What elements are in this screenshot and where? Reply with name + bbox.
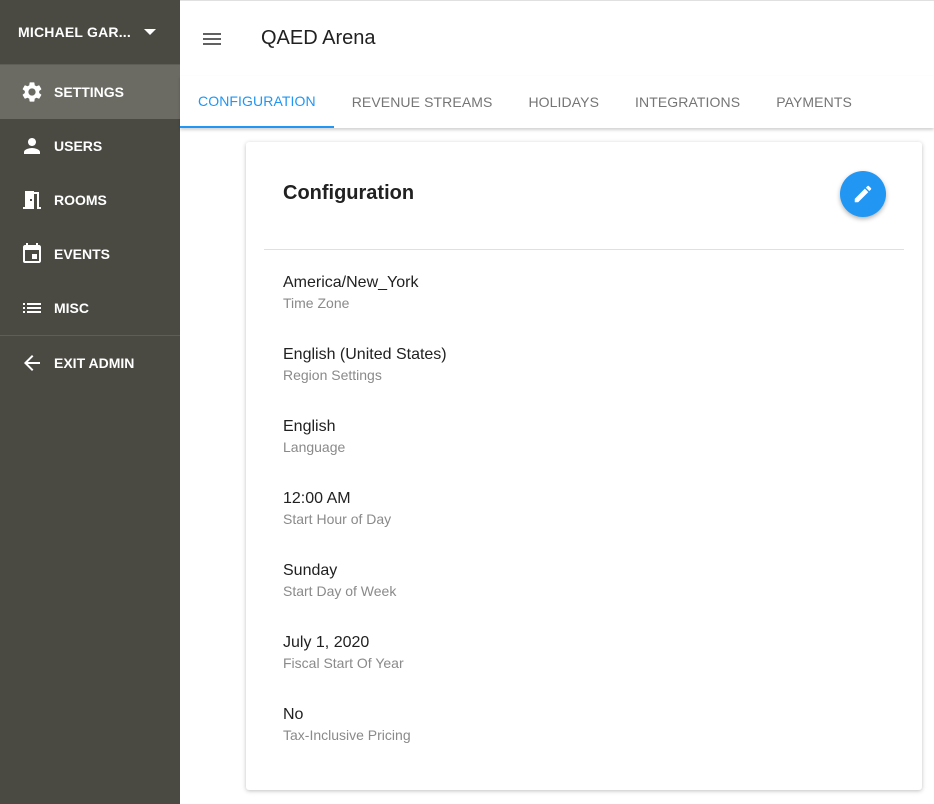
arrow-left-icon [20,351,44,375]
config-field-start-day: Sunday Start Day of Week [283,562,447,634]
field-value: America/New_York [283,274,419,291]
field-label: Start Day of Week [283,583,397,599]
user-menu-button[interactable]: MICHAEL GAR... [0,0,180,64]
sidebar: MICHAEL GAR... SETTINGS USERS ROOMS EVEN… [0,0,180,804]
door-icon [20,188,44,212]
field-value: July 1, 2020 [283,634,370,651]
config-field-region-settings: English (United States) Region Settings [283,346,447,418]
sidebar-item-label: SETTINGS [54,84,125,100]
config-field-language: English Language [283,418,447,490]
config-field-tax-inclusive: No Tax-Inclusive Pricing [283,706,447,778]
calendar-icon [20,242,44,266]
exit-admin-label: EXIT ADMIN [54,355,135,371]
config-field-fiscal-start: July 1, 2020 Fiscal Start Of Year [283,634,447,706]
exit-admin-button[interactable]: EXIT ADMIN [0,336,180,390]
sidebar-item-label: EVENTS [54,246,111,262]
field-label: Fiscal Start Of Year [283,655,404,671]
tab-bar: CONFIGURATION REVENUE STREAMS HOLIDAYS I… [180,76,934,128]
card-divider [264,249,904,250]
sidebar-item-settings[interactable]: SETTINGS [0,65,180,119]
field-value: Sunday [283,562,338,579]
field-label: Tax-Inclusive Pricing [283,727,411,743]
tab-holidays[interactable]: HOLIDAYS [510,76,617,128]
field-value: 12:00 AM [283,490,351,507]
field-value: No [283,706,304,723]
tab-revenue-streams[interactable]: REVENUE STREAMS [334,76,511,128]
sidebar-item-label: MISC [54,300,89,316]
field-value: English [283,418,336,435]
field-value: English (United States) [283,346,447,363]
config-field-start-hour: 12:00 AM Start Hour of Day [283,490,447,562]
field-label: Region Settings [283,367,382,383]
sidebar-item-rooms[interactable]: ROOMS [0,173,180,227]
sidebar-item-label: USERS [54,138,103,154]
sidebar-item-label: ROOMS [54,192,107,208]
tab-payments[interactable]: PAYMENTS [758,76,870,128]
caret-down-icon [144,29,156,35]
top-bar: QAED Arena [180,0,934,76]
configuration-card: Configuration America/New_York Time Zone… [246,142,922,790]
person-icon [20,134,44,158]
list-icon [20,296,44,320]
hamburger-icon[interactable] [200,27,224,51]
page-title: QAED Arena [261,27,376,49]
gear-icon [20,80,44,104]
sidebar-item-users[interactable]: USERS [0,119,180,173]
field-label: Start Hour of Day [283,511,392,527]
field-label: Time Zone [283,295,350,311]
tab-integrations[interactable]: INTEGRATIONS [617,76,758,128]
config-field-time-zone: America/New_York Time Zone [283,274,447,346]
card-title: Configuration [283,182,415,204]
sidebar-item-events[interactable]: EVENTS [0,227,180,281]
field-label: Language [283,439,346,455]
tab-configuration[interactable]: CONFIGURATION [180,76,334,128]
user-name: MICHAEL GAR... [18,24,131,40]
pencil-icon [854,185,872,203]
config-field-list: America/New_York Time Zone English (Unit… [283,274,447,778]
edit-button[interactable] [840,171,886,217]
sidebar-item-misc[interactable]: MISC [0,281,180,335]
